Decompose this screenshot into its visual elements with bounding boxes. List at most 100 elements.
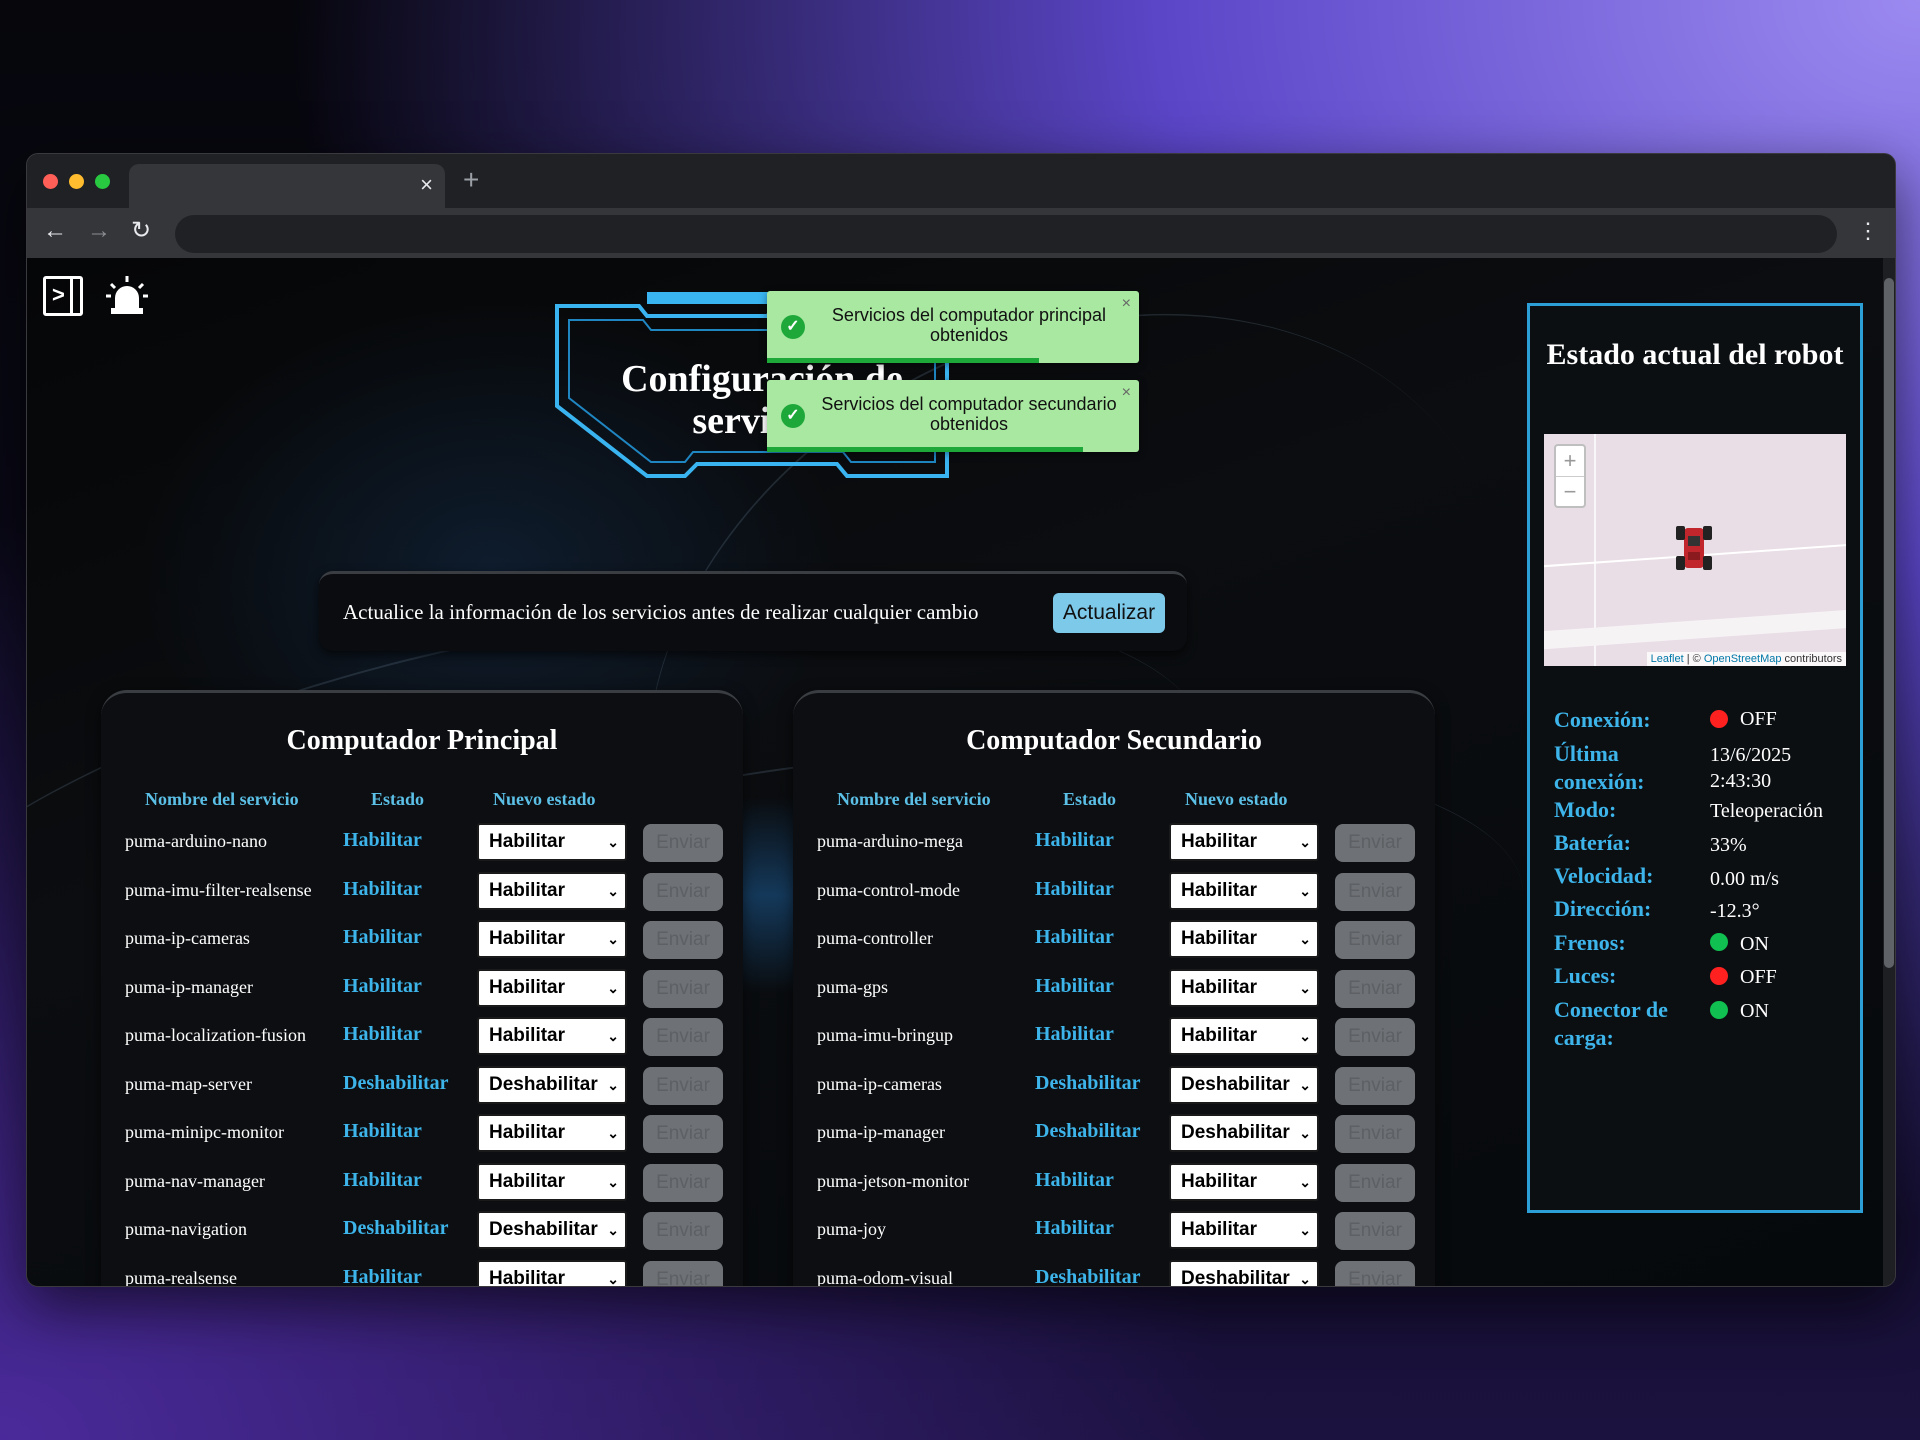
service-state: Habilitar xyxy=(1035,877,1114,900)
service-row: puma-odom-visual Deshabilitar Deshabilitar… xyxy=(793,1259,1435,1286)
new-state-select[interactable]: Habilitar ⌄ xyxy=(1169,1211,1319,1249)
toast-success[interactable]: ✓ Servicios del computador secundario ob… xyxy=(767,380,1139,452)
forward-arrow-icon[interactable]: → xyxy=(87,218,111,244)
toast-close-icon[interactable]: × xyxy=(1122,295,1131,313)
leaflet-link[interactable]: Leaflet xyxy=(1651,653,1684,665)
toast-close-icon[interactable]: × xyxy=(1122,384,1131,402)
toast-progress-bar xyxy=(767,447,1084,452)
new-state-select[interactable]: Habilitar ⌄ xyxy=(477,920,627,958)
scrollbar-thumb[interactable] xyxy=(1884,278,1894,968)
new-state-select[interactable]: Habilitar ⌄ xyxy=(477,823,627,861)
new-state-value: Habilitar xyxy=(1181,976,1258,998)
new-state-select[interactable]: Deshabilitar ⌄ xyxy=(477,1065,627,1104)
alarm-siren-icon[interactable] xyxy=(105,274,149,318)
service-name: puma-realsense xyxy=(125,1267,237,1287)
send-button[interactable]: Enviar xyxy=(1335,1163,1415,1202)
new-state-select[interactable]: Habilitar ⌄ xyxy=(1169,871,1319,910)
new-tab-button[interactable]: + xyxy=(463,166,479,194)
send-button[interactable]: Enviar xyxy=(643,1018,723,1056)
new-state-select[interactable]: Habilitar ⌄ xyxy=(1169,968,1319,1007)
new-state-select[interactable]: Habilitar ⌄ xyxy=(477,1114,627,1152)
new-state-select[interactable]: Deshabilitar ⌄ xyxy=(1169,1065,1319,1104)
service-state: Habilitar xyxy=(1035,1023,1114,1045)
send-button[interactable]: Enviar xyxy=(643,969,723,1008)
new-state-select[interactable]: Deshabilitar ⌄ xyxy=(477,1211,627,1249)
new-state-value: Habilitar xyxy=(1181,928,1258,949)
service-state: Deshabilitar xyxy=(1035,1071,1141,1094)
new-state-select[interactable]: Deshabilitar ⌄ xyxy=(1169,1259,1319,1286)
toast-success[interactable]: ✓ Servicios del computador principal obt… xyxy=(767,291,1139,363)
service-name: puma-imu-filter-realsense xyxy=(125,879,312,900)
openstreetmap-link[interactable]: OpenStreetMap xyxy=(1704,653,1782,665)
tab-close-icon[interactable]: × xyxy=(420,174,433,196)
send-button[interactable]: Enviar xyxy=(1335,1260,1415,1286)
minimize-window-button[interactable] xyxy=(69,174,84,189)
service-name: puma-jetson-monitor xyxy=(817,1170,969,1191)
new-state-select[interactable]: Habilitar ⌄ xyxy=(477,1162,627,1201)
service-row: puma-ip-cameras Habilitar Habilitar ⌄ Enviar xyxy=(101,920,743,960)
send-button[interactable]: Enviar xyxy=(643,1115,723,1153)
send-button[interactable]: Enviar xyxy=(643,1260,723,1286)
send-button[interactable]: Enviar xyxy=(1335,824,1415,862)
service-state: Deshabilitar xyxy=(343,1071,449,1094)
send-button[interactable]: Enviar xyxy=(643,872,723,911)
send-button[interactable]: Enviar xyxy=(1335,969,1415,1008)
update-button[interactable]: Actualizar xyxy=(1053,593,1165,633)
browser-tab[interactable]: × xyxy=(129,164,445,208)
new-state-value: Habilitar xyxy=(1181,1219,1258,1240)
service-row: puma-nav-manager Habilitar Habilitar ⌄ Envia… xyxy=(101,1162,743,1203)
send-button[interactable]: Enviar xyxy=(643,921,723,959)
sidebar-toggle-button[interactable]: > xyxy=(43,276,83,316)
maximize-window-button[interactable] xyxy=(95,174,110,189)
new-state-value: Habilitar xyxy=(489,1025,566,1046)
new-state-select[interactable]: Habilitar ⌄ xyxy=(1169,1017,1319,1055)
send-button[interactable]: Enviar xyxy=(1335,872,1415,911)
send-button[interactable]: Enviar xyxy=(1335,1212,1415,1250)
back-arrow-icon[interactable]: ← xyxy=(43,218,67,244)
send-button[interactable]: Enviar xyxy=(643,824,723,862)
page-scrollbar[interactable] xyxy=(1883,258,1895,1286)
send-button[interactable]: Enviar xyxy=(1335,1115,1415,1153)
status-value: Teleoperación xyxy=(1710,800,1823,822)
browser-window: × + ← → ↻ ⋮ > Configuración de servicios… xyxy=(26,153,1896,1287)
new-state-select[interactable]: Habilitar ⌄ xyxy=(477,1259,627,1286)
robot-map[interactable]: + − Leaflet | © OpenStreetMap contributo… xyxy=(1544,434,1846,666)
new-state-select[interactable]: Habilitar ⌄ xyxy=(477,871,627,910)
new-state-select[interactable]: Habilitar ⌄ xyxy=(1169,920,1319,958)
send-button[interactable]: Enviar xyxy=(643,1066,723,1105)
address-bar[interactable] xyxy=(175,215,1837,253)
service-row: puma-ip-manager Deshabilitar Deshabilitar ⌄… xyxy=(793,1114,1435,1154)
lights-led-icon xyxy=(1710,967,1728,985)
new-state-select[interactable]: Habilitar ⌄ xyxy=(1169,823,1319,861)
status-label: Última conexión: xyxy=(1554,741,1645,794)
browser-menu-icon[interactable]: ⋮ xyxy=(1857,218,1879,244)
zoom-out-button[interactable]: − xyxy=(1556,477,1584,507)
new-state-select[interactable]: Deshabilitar ⌄ xyxy=(1169,1114,1319,1152)
send-button[interactable]: Enviar xyxy=(1335,1018,1415,1056)
zoom-in-button[interactable]: + xyxy=(1556,446,1584,477)
new-state-select[interactable]: Habilitar ⌄ xyxy=(1169,1162,1319,1201)
close-window-button[interactable] xyxy=(43,174,58,189)
toast-progress-bar xyxy=(767,358,1039,363)
service-state: Habilitar xyxy=(343,877,422,900)
send-button[interactable]: Enviar xyxy=(1335,1066,1415,1105)
service-row: puma-localization-fusion Habilitar Habilit… xyxy=(101,1017,743,1057)
status-label: Luces: xyxy=(1554,963,1617,988)
send-button[interactable]: Enviar xyxy=(643,1212,723,1250)
chevron-down-icon: ⌄ xyxy=(1299,1076,1311,1093)
service-state: Habilitar xyxy=(1035,1217,1114,1239)
status-label: Batería: xyxy=(1554,830,1631,855)
service-name: puma-ip-manager xyxy=(125,976,253,997)
send-button[interactable]: Enviar xyxy=(1335,921,1415,959)
new-state-select[interactable]: Habilitar ⌄ xyxy=(477,968,627,1007)
send-button[interactable]: Enviar xyxy=(643,1163,723,1202)
new-state-value: Habilitar xyxy=(489,976,566,998)
service-row: puma-arduino-mega Habilitar Habilitar ⌄ Envi… xyxy=(793,823,1435,863)
map-zoom-control: + − xyxy=(1554,444,1586,508)
new-state-select[interactable]: Habilitar ⌄ xyxy=(477,1017,627,1055)
new-state-value: Deshabilitar xyxy=(489,1073,598,1095)
reload-icon[interactable]: ↻ xyxy=(131,218,151,244)
status-value: ON xyxy=(1740,933,1769,955)
service-state: Habilitar xyxy=(1035,974,1114,997)
service-state: Habilitar xyxy=(343,1023,422,1045)
